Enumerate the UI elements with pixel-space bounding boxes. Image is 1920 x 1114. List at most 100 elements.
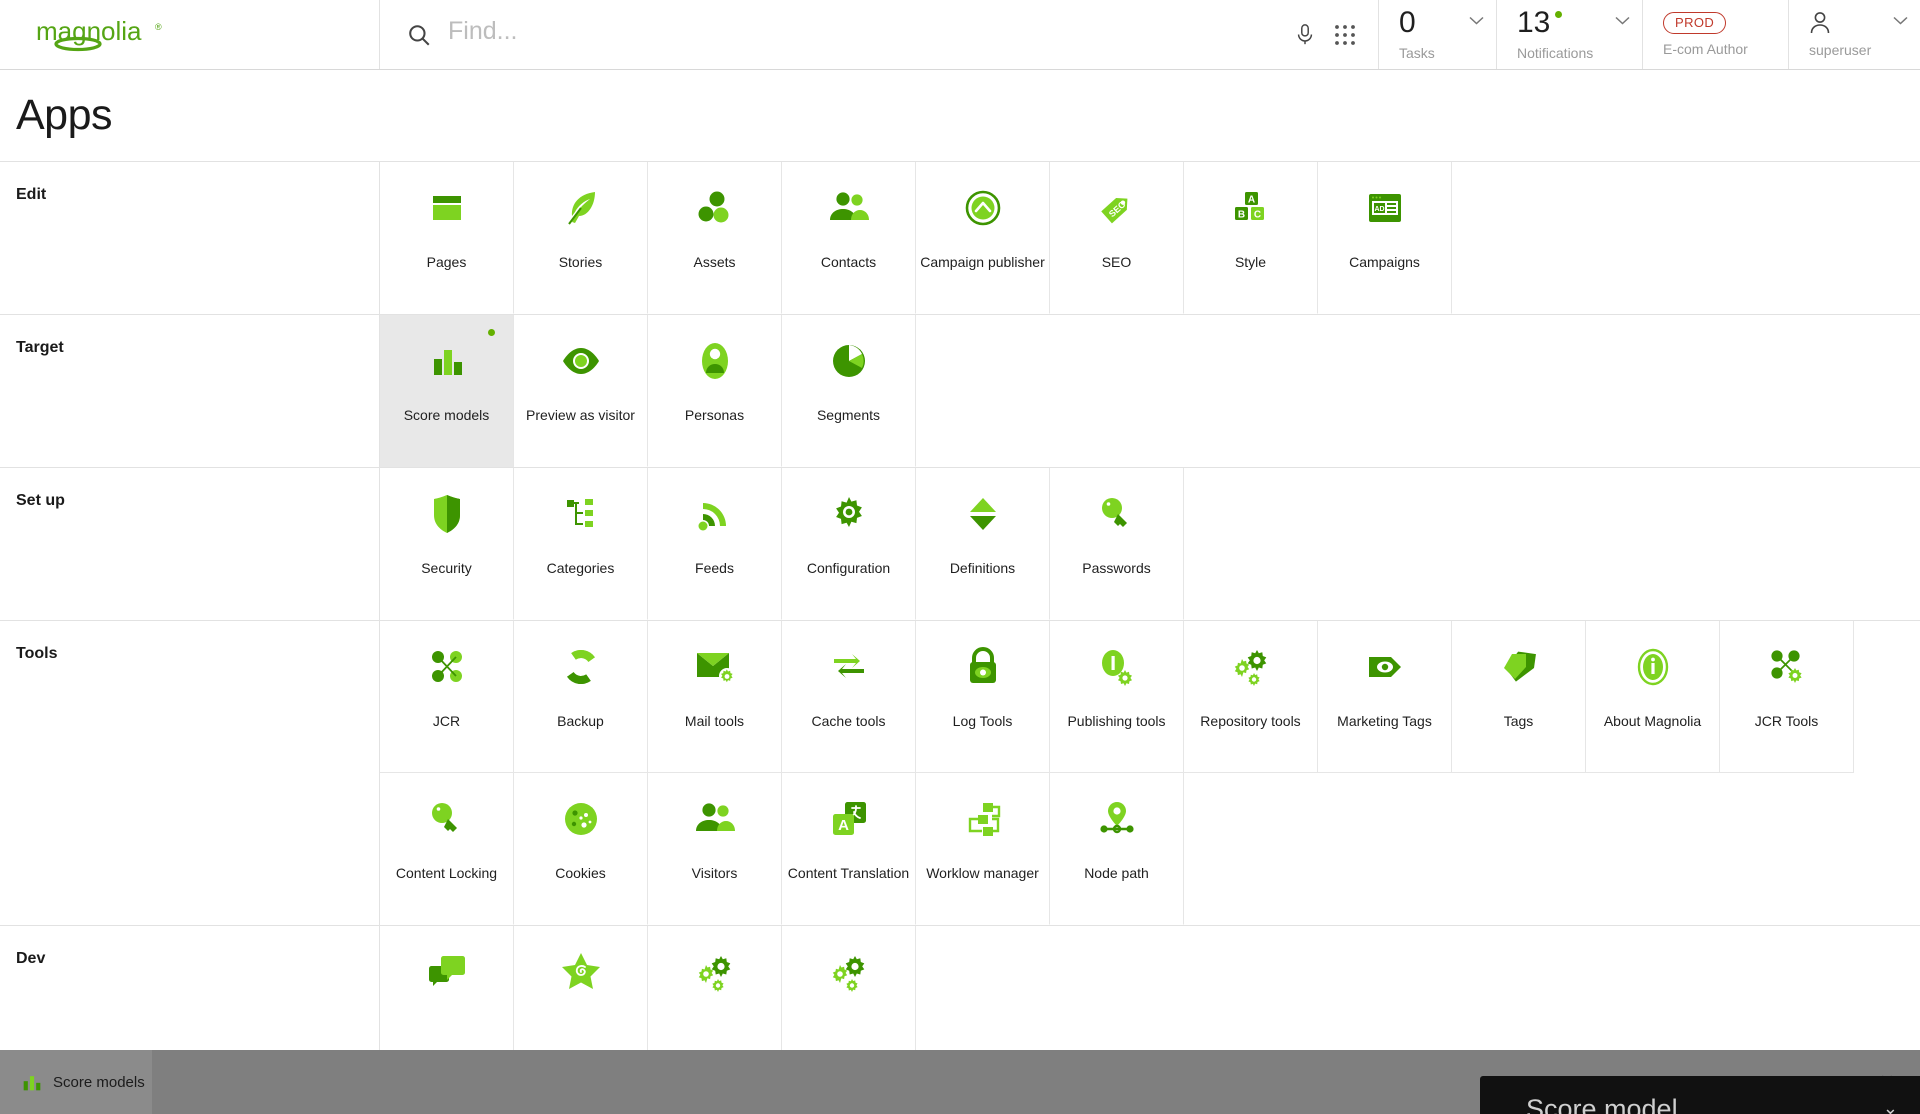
app-tile-label: Worklow manager bbox=[926, 865, 1039, 881]
app-tile-content-locking[interactable]: Content Locking bbox=[380, 773, 514, 925]
app-tile-style[interactable]: A B C Style bbox=[1184, 162, 1318, 314]
tags-icon bbox=[1452, 621, 1585, 713]
notifications-count: 13 bbox=[1517, 6, 1551, 39]
about-magnolia-info-icon bbox=[1586, 621, 1719, 713]
visitors-people-icon bbox=[648, 773, 781, 865]
app-tile-label: Security bbox=[421, 560, 472, 576]
definitions-triangles-icon bbox=[916, 468, 1049, 560]
workflow-manager-icon bbox=[916, 773, 1049, 865]
app-tile-jcr[interactable]: JCR bbox=[380, 621, 514, 773]
app-tile-label: About Magnolia bbox=[1603, 713, 1702, 729]
search-input[interactable] bbox=[448, 17, 1268, 52]
chevron-down-icon[interactable] bbox=[1469, 16, 1484, 25]
repository-tools-gears-icon bbox=[1184, 621, 1317, 713]
app-tile-feeds[interactable]: Feeds bbox=[648, 468, 782, 620]
backup-refresh-icon bbox=[514, 621, 647, 713]
search-bar[interactable] bbox=[380, 0, 1294, 69]
app-tile-publishing-tools[interactable]: Publishing tools bbox=[1050, 621, 1184, 773]
app-tile-security[interactable]: Security bbox=[380, 468, 514, 620]
app-tile-stories[interactable]: Stories bbox=[514, 162, 648, 314]
app-tile-assets[interactable]: Assets bbox=[648, 162, 782, 314]
chevron-down-icon[interactable] bbox=[1893, 16, 1908, 25]
voice-search-button[interactable] bbox=[1294, 0, 1334, 69]
app-tile-configuration[interactable]: Configuration bbox=[782, 468, 916, 620]
apps-group-tools: Tools JCR Backup Mail tools Cache tools Log T… bbox=[0, 621, 1920, 926]
tiles-container: Score models Preview as visitor Personas Se… bbox=[380, 315, 1920, 467]
app-tile-log-tools[interactable]: Log Tools bbox=[916, 621, 1050, 773]
app-tile-personas[interactable]: Personas bbox=[648, 315, 782, 467]
svg-text:C: C bbox=[1253, 210, 1260, 221]
group-label: Target bbox=[0, 315, 380, 467]
app-tile-cookies[interactable]: Cookies bbox=[514, 773, 648, 925]
app-tile-label: Mail tools bbox=[684, 713, 745, 729]
app-tile-visitors[interactable]: Visitors bbox=[648, 773, 782, 925]
app-tile-jcr-tools[interactable]: JCR Tools bbox=[1720, 621, 1854, 773]
app-tile-label: Campaign publisher bbox=[920, 254, 1045, 270]
publishing-tools-gear-icon bbox=[1050, 621, 1183, 713]
app-tile-segments[interactable]: Segments bbox=[782, 315, 916, 467]
dev-star-icon bbox=[514, 926, 647, 1018]
app-tile-passwords[interactable]: Passwords bbox=[1050, 468, 1184, 620]
tasks-indicator[interactable]: 0 Tasks bbox=[1378, 0, 1496, 69]
app-tile-preview-as-visitor[interactable]: Preview as visitor bbox=[514, 315, 648, 467]
tasks-count: 0 bbox=[1399, 6, 1416, 39]
app-tile-worklow-manager[interactable]: Worklow manager bbox=[916, 773, 1050, 925]
tiles-container: Security Categories Feeds Configuration Defi… bbox=[380, 468, 1920, 620]
app-tile-marketing-tags[interactable]: Marketing Tags bbox=[1318, 621, 1452, 773]
tiles-container: JCR Backup Mail tools Cache tools Log Tools P… bbox=[380, 621, 1920, 925]
app-tile-pages[interactable]: Pages bbox=[380, 162, 514, 314]
personas-person-icon bbox=[648, 315, 781, 407]
app-tile-repository-tools[interactable]: Repository tools bbox=[1184, 621, 1318, 773]
marketing-tags-eye-tag-icon bbox=[1318, 621, 1451, 713]
app-tile-content-translation[interactable]: A Content Translation bbox=[782, 773, 916, 925]
app-tile-label: Stories bbox=[558, 254, 603, 270]
app-tile-label: Cache tools bbox=[811, 713, 886, 729]
app-tile-cache-tools[interactable]: Cache tools bbox=[782, 621, 916, 773]
app-tile-mail-tools[interactable]: Mail tools bbox=[648, 621, 782, 773]
app-tile-label: Tags bbox=[1503, 713, 1534, 729]
node-path-pin-icon bbox=[1050, 773, 1183, 865]
app-tile-node-path[interactable]: Node path bbox=[1050, 773, 1184, 925]
app-tile-tags[interactable]: Tags bbox=[1452, 621, 1586, 773]
app-tile-label: Node path bbox=[1084, 865, 1149, 881]
user-menu[interactable]: superuser bbox=[1788, 0, 1920, 69]
preview-eye-icon bbox=[514, 315, 647, 407]
svg-text:A: A bbox=[838, 817, 849, 834]
app-tile-contacts[interactable]: Contacts bbox=[782, 162, 916, 314]
app-tile-label: Content Locking bbox=[395, 865, 498, 881]
notifications-dot-icon bbox=[1555, 11, 1563, 18]
app-tile-about-magnolia[interactable]: About Magnolia bbox=[1586, 621, 1720, 773]
user-icon bbox=[1810, 12, 1830, 34]
app-tile-categories[interactable]: Categories bbox=[514, 468, 648, 620]
apps-group-set-up: Set up Security Categories Feeds Configurati… bbox=[0, 468, 1920, 621]
cookies-icon bbox=[514, 773, 647, 865]
dev-chat-icon bbox=[380, 926, 513, 1018]
score-model-dialog-panel[interactable]: Score model ⌄ bbox=[1480, 1076, 1920, 1114]
stories-feather-icon bbox=[514, 162, 647, 254]
notifications-label: Notifications bbox=[1517, 45, 1594, 61]
chevron-down-icon[interactable]: ⌄ bbox=[1883, 1098, 1898, 1114]
app-tile-label: Backup bbox=[557, 713, 604, 729]
page-title: Apps bbox=[16, 91, 113, 139]
assets-circles-icon bbox=[648, 162, 781, 254]
score-model-dialog-title: Score model bbox=[1526, 1094, 1678, 1114]
app-tile-score-models[interactable]: Score models bbox=[380, 315, 514, 467]
app-tile-campaigns[interactable]: AD Campaigns bbox=[1318, 162, 1452, 314]
group-label: Tools bbox=[0, 621, 380, 925]
app-tile-campaign-publisher[interactable]: Campaign publisher bbox=[916, 162, 1050, 314]
app-tile-label: Visitors bbox=[691, 865, 738, 881]
security-shield-icon bbox=[380, 468, 513, 560]
notifications-indicator[interactable]: 13 Notifications bbox=[1496, 0, 1642, 69]
feeds-rss-icon bbox=[648, 468, 781, 560]
status-badge: PROD bbox=[1663, 12, 1727, 34]
app-tile-definitions[interactable]: Definitions bbox=[916, 468, 1050, 620]
bottom-bar-tab-score-models[interactable]: Score models bbox=[0, 1050, 152, 1114]
contacts-people-icon bbox=[782, 162, 915, 254]
chevron-down-icon[interactable] bbox=[1615, 16, 1630, 25]
app-tile-label: Assets bbox=[693, 254, 736, 270]
magnolia-logo[interactable]: magnolia ® bbox=[0, 0, 380, 69]
app-tile-label: Categories bbox=[546, 560, 615, 576]
app-tile-seo[interactable]: SEO SEO bbox=[1050, 162, 1184, 314]
apps-launcher-button[interactable] bbox=[1334, 0, 1378, 69]
app-tile-backup[interactable]: Backup bbox=[514, 621, 648, 773]
